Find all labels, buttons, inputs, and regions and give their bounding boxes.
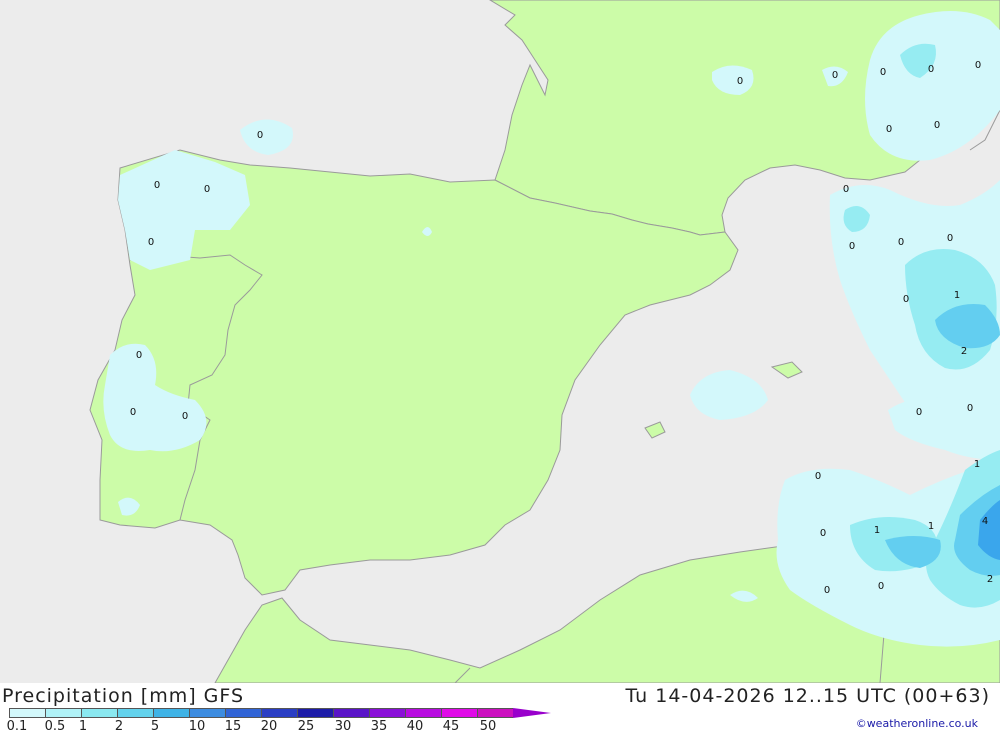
contour-value-label: 0 xyxy=(928,64,934,75)
legend-label: 15 xyxy=(224,719,242,734)
contour-value-label: 0 xyxy=(849,241,855,252)
legend-swatch xyxy=(441,708,477,718)
contour-value-label: 0 xyxy=(815,471,821,482)
contour-value-label: 0 xyxy=(204,184,210,195)
contour-value-label: 0 xyxy=(886,124,892,135)
contour-value-label: 0 xyxy=(148,237,154,248)
contour-value-label: 0 xyxy=(130,407,136,418)
legend-swatch xyxy=(45,708,81,718)
legend-footer: Precipitation [mm] GFS Tu 14-04-2026 12.… xyxy=(0,683,1000,734)
contour-value-label: 0 xyxy=(934,120,940,131)
legend-label: 45 xyxy=(442,719,460,734)
legend-label: 0.5 xyxy=(44,719,66,734)
contour-value-label: 4 xyxy=(982,516,988,527)
legend-label: 1 xyxy=(78,719,88,734)
legend-swatch xyxy=(333,708,369,718)
contour-value-label: 0 xyxy=(975,60,981,71)
legend-label: 10 xyxy=(188,719,206,734)
legend-swatch xyxy=(225,708,261,718)
legend-swatch xyxy=(117,708,153,718)
legend-swatch xyxy=(189,708,225,718)
legend-swatch xyxy=(153,708,189,718)
legend-swatch xyxy=(477,708,513,718)
contour-value-label: 0 xyxy=(136,350,142,361)
forecast-datetime: Tu 14-04-2026 12..15 UTC (00+63) xyxy=(625,685,990,707)
contour-value-label: 0 xyxy=(182,411,188,422)
contour-value-label: 0 xyxy=(832,70,838,81)
legend-label: 0.1 xyxy=(6,719,28,734)
map-title: Precipitation [mm] GFS xyxy=(2,685,245,707)
legend-arrow xyxy=(513,708,551,718)
contour-value-label: 0 xyxy=(903,294,909,305)
contour-value-label: 0 xyxy=(967,403,973,414)
contour-value-label: 0 xyxy=(916,407,922,418)
precipitation-map[interactable]: 0 0 0 0 0 0 0 0 0 0 0 0 0 0 0 0 0 1 2 0 0 1 0 0 1 1 4 0 0 0 2 0 xyxy=(0,0,1000,683)
contour-value-label: 1 xyxy=(928,521,934,532)
legend-label: 20 xyxy=(260,719,278,734)
contour-value-label: 0 xyxy=(257,130,263,141)
contour-value-label: 2 xyxy=(961,346,967,357)
contour-value-label: 0 xyxy=(843,184,849,195)
legend-label: 40 xyxy=(406,719,424,734)
legend-label: 50 xyxy=(479,719,497,734)
legend-swatch xyxy=(297,708,333,718)
legend-swatch xyxy=(369,708,405,718)
contour-value-label: 1 xyxy=(874,525,880,536)
contour-value-label: 0 xyxy=(898,237,904,248)
contour-value-label: 0 xyxy=(824,585,830,596)
legend-swatch xyxy=(261,708,297,718)
legend-label: 25 xyxy=(297,719,315,734)
contour-value-label: 1 xyxy=(974,459,980,470)
contour-value-label: 0 xyxy=(154,180,160,191)
color-scale-labels: 0.1 0.5 1 2 5 10 15 20 25 30 35 40 45 50 xyxy=(0,719,520,734)
credit-link[interactable]: ©weatheronline.co.uk xyxy=(856,717,978,730)
contour-value-label: 0 xyxy=(880,67,886,78)
contour-value-label: 0 xyxy=(947,233,953,244)
legend-swatch xyxy=(405,708,441,718)
color-scale xyxy=(9,708,551,718)
contour-value-label: 0 xyxy=(737,76,743,87)
contour-value-label: 1 xyxy=(954,290,960,301)
legend-swatch xyxy=(9,708,45,718)
legend-swatch xyxy=(81,708,117,718)
contour-value-label: 0 xyxy=(878,581,884,592)
contour-value-label: 0 xyxy=(820,528,826,539)
contour-value-label: 2 xyxy=(987,574,993,585)
legend-label: 35 xyxy=(370,719,388,734)
legend-label: 5 xyxy=(150,719,160,734)
legend-label: 30 xyxy=(334,719,352,734)
legend-label: 2 xyxy=(114,719,124,734)
